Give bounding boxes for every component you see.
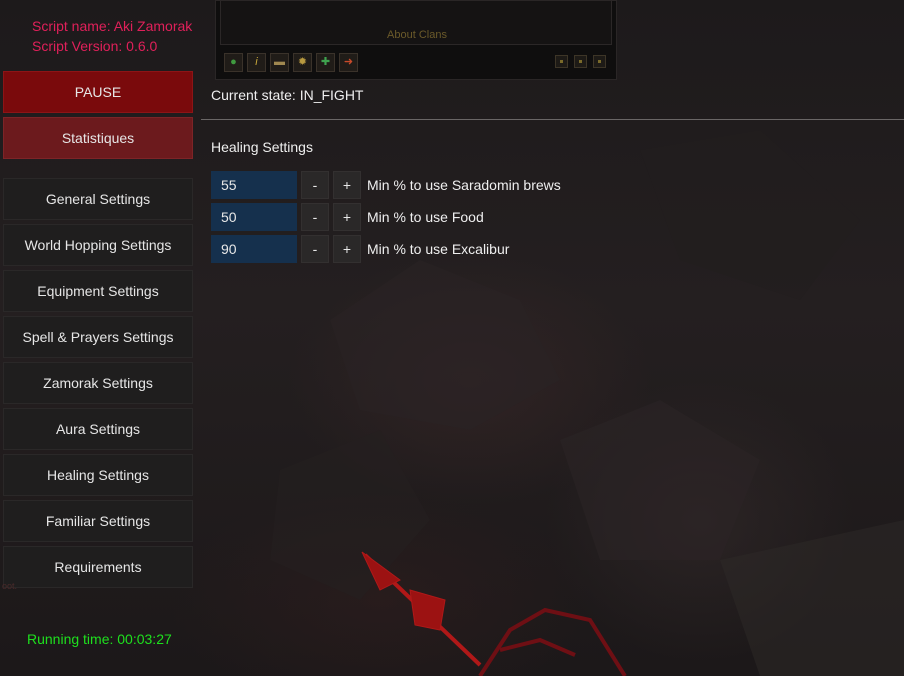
running-time: Running time: 00:03:27 bbox=[27, 631, 172, 647]
saradomin-brews-input[interactable] bbox=[211, 171, 297, 199]
add-friend-icon[interactable]: ✚ bbox=[316, 53, 335, 72]
game-toolbar: ● i ▬ ✹ ✚ ➜ bbox=[224, 53, 358, 72]
sidebar-item-requirements[interactable]: Requirements bbox=[3, 546, 193, 588]
zamorak-staff-art bbox=[361, 551, 482, 667]
chat-icon[interactable]: ● bbox=[224, 53, 243, 72]
info-icon[interactable]: i bbox=[247, 53, 266, 72]
decrement-button[interactable]: - bbox=[301, 203, 329, 231]
divider bbox=[201, 119, 904, 120]
folder-icon[interactable]: ▬ bbox=[270, 53, 289, 72]
setting-row-saradomin-brews: - + Min % to use Saradomin brews bbox=[211, 171, 561, 199]
setting-row-food: - + Min % to use Food bbox=[211, 203, 484, 231]
sidebar-item-world-hopping[interactable]: World Hopping Settings bbox=[3, 224, 193, 266]
current-state-label: Current state: IN_FIGHT bbox=[211, 87, 364, 103]
panel-dot[interactable] bbox=[574, 55, 587, 68]
food-input[interactable] bbox=[211, 203, 297, 231]
decrement-button[interactable]: - bbox=[301, 171, 329, 199]
setting-label: Min % to use Saradomin brews bbox=[367, 177, 561, 193]
setting-label: Min % to use Excalibur bbox=[367, 241, 510, 257]
background-game-text: oot. bbox=[2, 581, 18, 591]
decrement-button[interactable]: - bbox=[301, 235, 329, 263]
game-panel-dots bbox=[555, 55, 606, 68]
panel-dot[interactable] bbox=[593, 55, 606, 68]
sidebar-item-zamorak[interactable]: Zamorak Settings bbox=[3, 362, 193, 404]
sidebar-item-familiar[interactable]: Familiar Settings bbox=[3, 500, 193, 542]
excalibur-input[interactable] bbox=[211, 235, 297, 263]
sidebar-item-spells-prayers[interactable]: Spell & Prayers Settings bbox=[3, 316, 193, 358]
sidebar-item-aura[interactable]: Aura Settings bbox=[3, 408, 193, 450]
script-name: Script name: Aki Zamorak bbox=[32, 18, 193, 34]
increment-button[interactable]: + bbox=[333, 171, 361, 199]
game-clan-panel: About Clans ● i ▬ ✹ ✚ ➜ bbox=[215, 0, 617, 80]
sidebar-item-healing[interactable]: Healing Settings bbox=[3, 454, 193, 496]
increment-button[interactable]: + bbox=[333, 203, 361, 231]
healing-settings-title: Healing Settings bbox=[211, 139, 313, 155]
script-info: Script name: Aki Zamorak Script Version:… bbox=[32, 16, 192, 56]
statistics-button[interactable]: Statistiques bbox=[3, 117, 193, 159]
sidebar-item-general[interactable]: General Settings bbox=[3, 178, 193, 220]
sidebar-item-equipment[interactable]: Equipment Settings bbox=[3, 270, 193, 312]
setting-label: Min % to use Food bbox=[367, 209, 484, 225]
script-version: Script Version: 0.6.0 bbox=[32, 38, 158, 54]
pause-button[interactable]: PAUSE bbox=[3, 71, 193, 113]
about-clans-link[interactable]: About Clans bbox=[216, 29, 618, 41]
setting-row-excalibur: - + Min % to use Excalibur bbox=[211, 235, 509, 263]
logout-icon[interactable]: ➜ bbox=[339, 53, 358, 72]
increment-button[interactable]: + bbox=[333, 235, 361, 263]
panel-dot[interactable] bbox=[555, 55, 568, 68]
gear-icon[interactable]: ✹ bbox=[293, 53, 312, 72]
